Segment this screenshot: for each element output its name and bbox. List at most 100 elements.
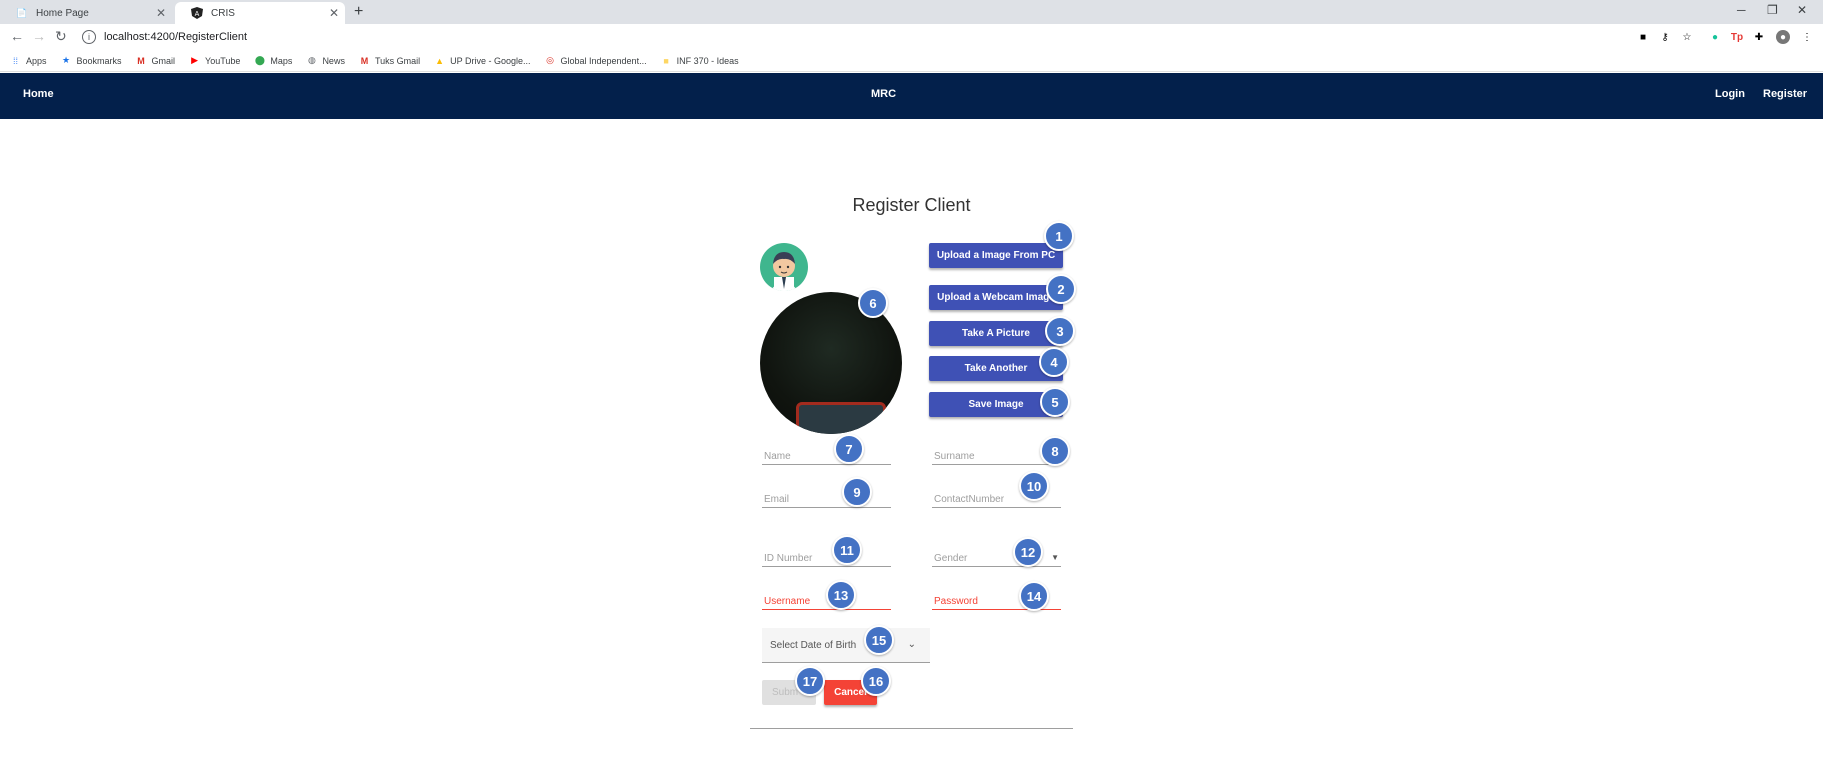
bookmark-label: Gmail	[151, 55, 176, 66]
annotation-badge: 5	[1040, 387, 1070, 417]
name-field[interactable]: Name	[762, 445, 891, 465]
bookmark-bookmarks[interactable]: ★ Bookmarks	[61, 55, 122, 66]
app-navbar: Home MRC Login Register	[0, 73, 1823, 119]
bookmark-inf370[interactable]: ■ INF 370 - Ideas	[661, 55, 739, 66]
close-icon[interactable]: ✕	[329, 6, 339, 20]
annotation-badge: 6	[858, 288, 888, 318]
apps-grid-icon: ⁞⁞	[12, 55, 18, 66]
bookmark-apps[interactable]: ⁞⁞ Apps	[10, 55, 47, 66]
tab-title: Home Page	[36, 7, 89, 19]
bookmark-label: Tuks Gmail	[374, 55, 421, 66]
bookmark-label: Maps	[270, 55, 293, 66]
annotation-badge: 1	[1044, 221, 1074, 251]
page-title: Register Client	[852, 195, 971, 215]
forward-icon[interactable]: →	[32, 28, 46, 44]
annotation-badge: 11	[832, 535, 862, 565]
url-text: localhost:4200/RegisterClient	[104, 31, 248, 43]
annotation-badge: 2	[1046, 274, 1076, 304]
annotation-badge: 10	[1019, 471, 1049, 501]
nav-home-link[interactable]: Home	[23, 88, 54, 100]
bookmark-label: News	[322, 55, 345, 66]
id-number-placeholder: ID Number	[764, 553, 813, 564]
bookmark-label: Apps	[26, 55, 47, 66]
profile-icon[interactable]: ●	[1776, 30, 1790, 44]
tp-extension-icon[interactable]: Tp	[1730, 30, 1744, 44]
id-number-field[interactable]: ID Number	[762, 547, 891, 567]
restore-icon[interactable]: ❐	[1767, 3, 1778, 17]
surname-placeholder: Surname	[934, 451, 975, 462]
nav-login-link[interactable]: Login	[1715, 88, 1745, 100]
upload-webcam-image-button[interactable]: Upload a Webcam Image	[929, 285, 1063, 310]
angular-icon: A	[191, 7, 203, 19]
youtube-icon: ▶	[191, 55, 198, 65]
name-placeholder: Name	[764, 451, 791, 462]
star-icon[interactable]: ☆	[1680, 30, 1694, 44]
swirl-icon: ◎	[546, 55, 554, 65]
grammarly-icon[interactable]: ●	[1708, 30, 1722, 44]
bookmark-news[interactable]: ◍ News	[306, 55, 345, 66]
date-of-birth-select[interactable]: Select Date of Birth ⌄	[762, 628, 930, 663]
bookmark-label: Global Independent...	[560, 55, 647, 66]
gender-placeholder: Gender	[934, 553, 968, 564]
gmail-icon: M	[137, 55, 145, 66]
drive-icon: ▲	[435, 55, 445, 66]
bookmark-global-independent[interactable]: ◎ Global Independent...	[545, 55, 647, 66]
address-bar[interactable]: i localhost:4200/RegisterClient	[82, 27, 1632, 47]
contact-number-placeholder: ContactNumber	[934, 494, 1005, 505]
dropdown-arrow-icon: ▼	[1051, 553, 1059, 562]
annotation-badge: 14	[1019, 581, 1049, 611]
chevron-down-icon: ⌄	[907, 639, 916, 650]
dob-placeholder: Select Date of Birth	[770, 639, 857, 651]
password-placeholder: Password	[934, 596, 978, 607]
bookmark-gmail[interactable]: M Gmail	[136, 55, 176, 66]
browser-toolbar: ← → ↻ i localhost:4200/RegisterClient ■ …	[0, 24, 1823, 50]
bookmark-maps[interactable]: ⬤ Maps	[254, 55, 293, 66]
bookmark-youtube[interactable]: ▶ YouTube	[189, 55, 240, 66]
tab-title: CRIS	[211, 7, 235, 19]
bookmarks-bar: ⁞⁞ Apps ★ Bookmarks M Gmail ▶ YouTube ⬤ Maps …	[0, 50, 1823, 72]
bookmark-up-drive[interactable]: ▲ UP Drive - Google...	[434, 55, 530, 66]
svg-text:A: A	[195, 11, 200, 18]
browser-tab-home[interactable]: 📄 Home Page ✕	[0, 2, 172, 24]
globe-icon: ◍	[308, 55, 316, 65]
annotation-badge: 8	[1040, 436, 1070, 466]
minimize-icon[interactable]: ─	[1737, 3, 1746, 17]
bookmark-tuks-gmail[interactable]: M Tuks Gmail	[359, 55, 420, 66]
gmail-icon: M	[360, 55, 369, 66]
key-icon[interactable]: ⚷	[1658, 30, 1672, 44]
bookmark-label: Bookmarks	[76, 55, 122, 66]
menu-icon[interactable]: ⋮	[1800, 30, 1814, 44]
annotation-badge: 9	[842, 477, 872, 507]
bookmark-label: YouTube	[205, 55, 241, 66]
puzzle-icon[interactable]: ✚	[1752, 30, 1766, 44]
webcam-frame-object	[796, 402, 886, 434]
annotation-badge: 3	[1045, 316, 1075, 346]
browser-tab-strip: 📄 Home Page ✕ A CRIS ✕ + ─ ❐ ✕	[0, 0, 1823, 24]
close-window-icon[interactable]: ✕	[1797, 3, 1807, 17]
reload-icon[interactable]: ↻	[55, 28, 67, 45]
user-avatar-icon	[760, 243, 808, 291]
annotation-badge: 13	[826, 580, 856, 610]
annotation-badge: 15	[864, 625, 894, 655]
annotation-badge: 4	[1039, 347, 1069, 377]
close-icon[interactable]: ✕	[156, 6, 166, 20]
username-placeholder: Username	[764, 596, 811, 607]
folder-icon: ■	[663, 55, 669, 66]
form-divider	[750, 728, 1073, 729]
email-placeholder: Email	[764, 494, 790, 505]
info-icon[interactable]: i	[82, 30, 96, 44]
upload-from-pc-button[interactable]: Upload a Image From PC	[929, 243, 1063, 268]
take-picture-button[interactable]: Take A Picture	[929, 321, 1063, 346]
nav-brand[interactable]: MRC	[871, 88, 896, 100]
browser-tab-cris[interactable]: A CRIS ✕	[175, 2, 345, 24]
nav-register-link[interactable]: Register	[1763, 88, 1807, 100]
star-icon: ★	[61, 55, 71, 65]
new-tab-icon[interactable]: +	[354, 3, 363, 21]
bookmark-label: UP Drive - Google...	[450, 55, 531, 66]
back-icon[interactable]: ←	[10, 28, 24, 44]
camera-icon[interactable]: ■	[1636, 30, 1650, 44]
maps-pin-icon: ⬤	[254, 55, 265, 65]
page-icon: 📄	[16, 7, 28, 18]
bookmark-label: INF 370 - Ideas	[676, 55, 739, 66]
annotation-badge: 16	[861, 666, 891, 696]
